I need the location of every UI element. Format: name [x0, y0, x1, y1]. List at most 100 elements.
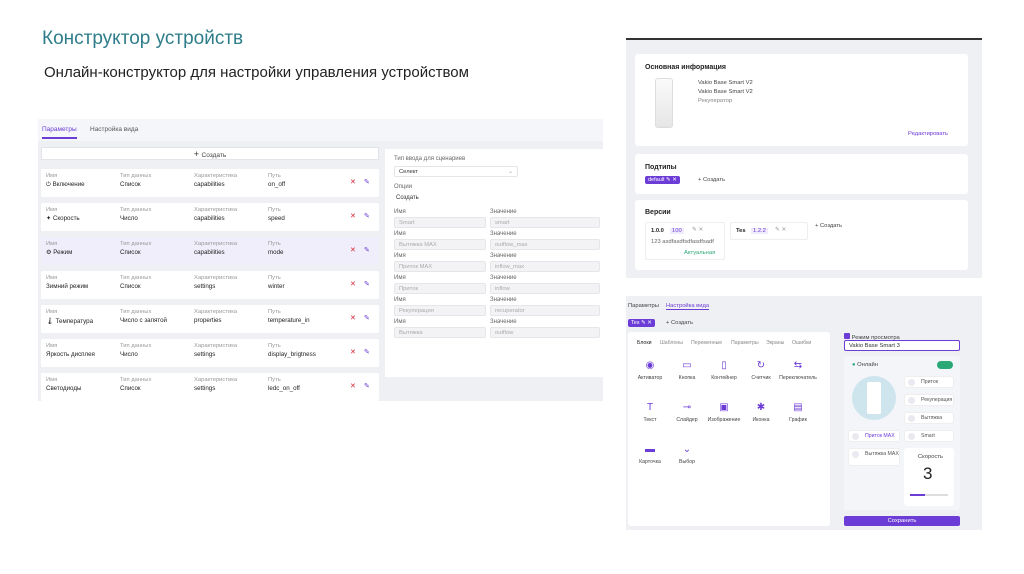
table-row[interactable]: Имя Яркость дисплея Тип данных Число Характе… — [41, 339, 379, 367]
table-row[interactable]: Имя ✦ Скорость Тип данных Число Характеристи… — [41, 203, 379, 231]
create-button[interactable]: + Создать — [666, 320, 693, 326]
delete-icon[interactable]: ✕ — [350, 178, 356, 186]
option-name-input[interactable]: Приток — [394, 283, 486, 294]
subtab-1[interactable]: Шаблоны — [660, 340, 683, 346]
cell-path: Путь temperature_in — [268, 309, 310, 324]
table-row[interactable]: Имя Светодиоды Тип данных Список Характерист… — [41, 373, 379, 401]
widget-10[interactable]: ▬ Карточка — [630, 444, 670, 465]
widget-7[interactable]: ▣ Изображение — [704, 402, 744, 423]
option-name-input[interactable]: Вытяжка MAX — [394, 239, 486, 250]
widget-9[interactable]: ▤ График — [778, 402, 818, 423]
widget-5[interactable]: T Текст — [630, 402, 670, 423]
subtype-chip[interactable]: default ✎ ✕ — [645, 176, 680, 184]
edit-icon[interactable]: ✎ — [364, 178, 370, 186]
delete-icon[interactable]: ✕ — [350, 348, 356, 356]
option-name-input[interactable]: Приток MAX — [394, 261, 486, 272]
table-row[interactable]: Имя Зимний режим Тип данных Список Характери… — [41, 271, 379, 299]
widget-icon: ↻ — [756, 360, 766, 371]
edit-icon[interactable]: ✎ ✕ — [692, 227, 703, 233]
option-name-input[interactable]: Вытяжка — [394, 327, 486, 338]
preview-device-input[interactable]: Vakio Base Smart 3 — [844, 340, 960, 351]
version-chip[interactable]: Tes ✎ ✕ — [628, 319, 655, 327]
slide-title: Конструктор устройств — [42, 28, 244, 49]
mode-inflow[interactable]: Приток — [904, 376, 954, 388]
mode-inflow-max[interactable]: Приток MAX — [848, 430, 900, 442]
widget-1[interactable]: ▭ Кнопка — [667, 360, 707, 381]
slide-subtitle: Онлайн-конструктор для настройки управле… — [44, 64, 469, 81]
subtypes-title: Подтипы — [645, 164, 677, 171]
online-toggle[interactable] — [937, 361, 953, 369]
mode-outflow-max[interactable]: Вытяжка MAX — [848, 448, 900, 466]
cell-path: Путь display_brigtness — [268, 343, 316, 358]
table-row[interactable]: Имя ⚙ Режим Тип данных Список Характеристика… — [41, 237, 379, 265]
chevron-down-icon: ⌄ — [508, 169, 513, 175]
option-name-input[interactable]: Smart — [394, 217, 486, 228]
delete-icon[interactable]: ✕ — [350, 280, 356, 288]
option-value-input[interactable]: outflow_max — [490, 239, 600, 250]
delete-icon[interactable]: ✕ — [350, 212, 356, 220]
widget-icon: ⊸ — [682, 402, 692, 413]
tab-parameters[interactable]: Параметры — [42, 126, 77, 139]
subtab-2[interactable]: Переменные — [691, 340, 722, 346]
edit-button[interactable]: Редактировать — [908, 131, 948, 137]
edit-icon[interactable]: ✎ — [364, 280, 370, 288]
option-value-input[interactable]: inflow_max — [490, 261, 600, 272]
table-row[interactable]: Имя ⏻ Включение Тип данных Список Характерис… — [41, 169, 379, 197]
widget-icon: ▤ — [793, 402, 803, 413]
edit-icon[interactable]: ✎ — [364, 246, 370, 254]
edit-icon[interactable]: ✎ — [364, 382, 370, 390]
cell-path: Путь mode — [268, 241, 284, 256]
option-value-input[interactable]: outflow — [490, 327, 600, 338]
cell-path: Путь winter — [268, 275, 285, 290]
widget-6[interactable]: ⊸ Слайдер — [667, 402, 707, 423]
option-name-label: Имя — [394, 319, 406, 325]
edit-icon[interactable]: ✎ — [364, 314, 370, 322]
widget-icon: ⇆ — [793, 360, 803, 371]
tab-parameters[interactable]: Параметры — [628, 303, 659, 309]
option-value-input[interactable]: smart — [490, 217, 600, 228]
divider — [626, 38, 982, 40]
widget-2[interactable]: ▯ Контейнер — [704, 360, 744, 381]
options-create-button[interactable]: Создать — [396, 195, 419, 201]
option-value-input[interactable]: recuperator — [490, 305, 600, 316]
edit-icon[interactable]: ✎ — [364, 212, 370, 220]
widget-8[interactable]: ✱ Иконка — [741, 402, 781, 423]
tab-view-settings[interactable]: Настройка вида — [90, 126, 138, 133]
create-parameter-button[interactable]: + Создать — [41, 147, 379, 160]
widget-11[interactable]: ⌄ Выбор — [667, 444, 707, 465]
edit-icon[interactable]: ✎ ✕ — [775, 227, 786, 233]
device-info-panel: Основная информация Vakio Base Smart V2 … — [626, 38, 982, 278]
cell-name: Имя ⏻ Включение — [46, 173, 85, 188]
delete-icon[interactable]: ✕ — [350, 314, 356, 322]
delete-icon[interactable]: ✕ — [350, 382, 356, 390]
delete-icon[interactable]: ✕ — [350, 246, 356, 254]
mode-recuperation[interactable]: Рекуперация — [904, 394, 954, 406]
widget-3[interactable]: ↻ Счетчик — [741, 360, 781, 381]
tab-view-settings[interactable]: Настройка вида — [666, 303, 710, 310]
widget-icon: ▯ — [721, 360, 727, 371]
cell-path: Путь ledc_on_off — [268, 377, 300, 392]
cell-characteristic: Характеристика settings — [194, 377, 238, 392]
option-value-label: Значение — [490, 231, 517, 237]
subtab-5[interactable]: Ошибки — [792, 340, 811, 346]
option-name-input[interactable]: Рекуперация — [394, 305, 486, 316]
widget-4[interactable]: ⇆ Переключатель — [778, 360, 818, 381]
version-card-1[interactable]: 1.0.0 100 ✎ ✕ 123 asdfasdfsdfasdfsadf Ак… — [645, 222, 725, 260]
table-row[interactable]: Имя 🌡 Температура Тип данных Число с запято… — [41, 305, 379, 333]
widget-0[interactable]: ◉ Активатор — [630, 360, 670, 381]
mode-smart[interactable]: Smart — [904, 430, 954, 442]
option-value-label: Значение — [490, 275, 517, 281]
mode-outflow[interactable]: Вытяжка — [904, 412, 954, 424]
version-create-button[interactable]: + Создать — [815, 223, 842, 229]
subtab-0[interactable]: Блоки — [637, 340, 651, 346]
option-value-input[interactable]: inflow — [490, 283, 600, 294]
save-button[interactable]: Сохранить — [844, 516, 960, 526]
subtab-3[interactable]: Параметры — [731, 340, 759, 346]
device-type: Рекуператор — [698, 98, 733, 104]
subtype-create-button[interactable]: + Создать — [698, 177, 725, 183]
edit-icon[interactable]: ✎ — [364, 348, 370, 356]
version-card-2[interactable]: Tes 1.2.2 ✎ ✕ — [730, 222, 808, 240]
input-type-select[interactable]: Селект ⌄ — [394, 166, 518, 177]
subtab-4[interactable]: Экраны — [766, 340, 784, 346]
speed-slider[interactable] — [910, 494, 948, 496]
